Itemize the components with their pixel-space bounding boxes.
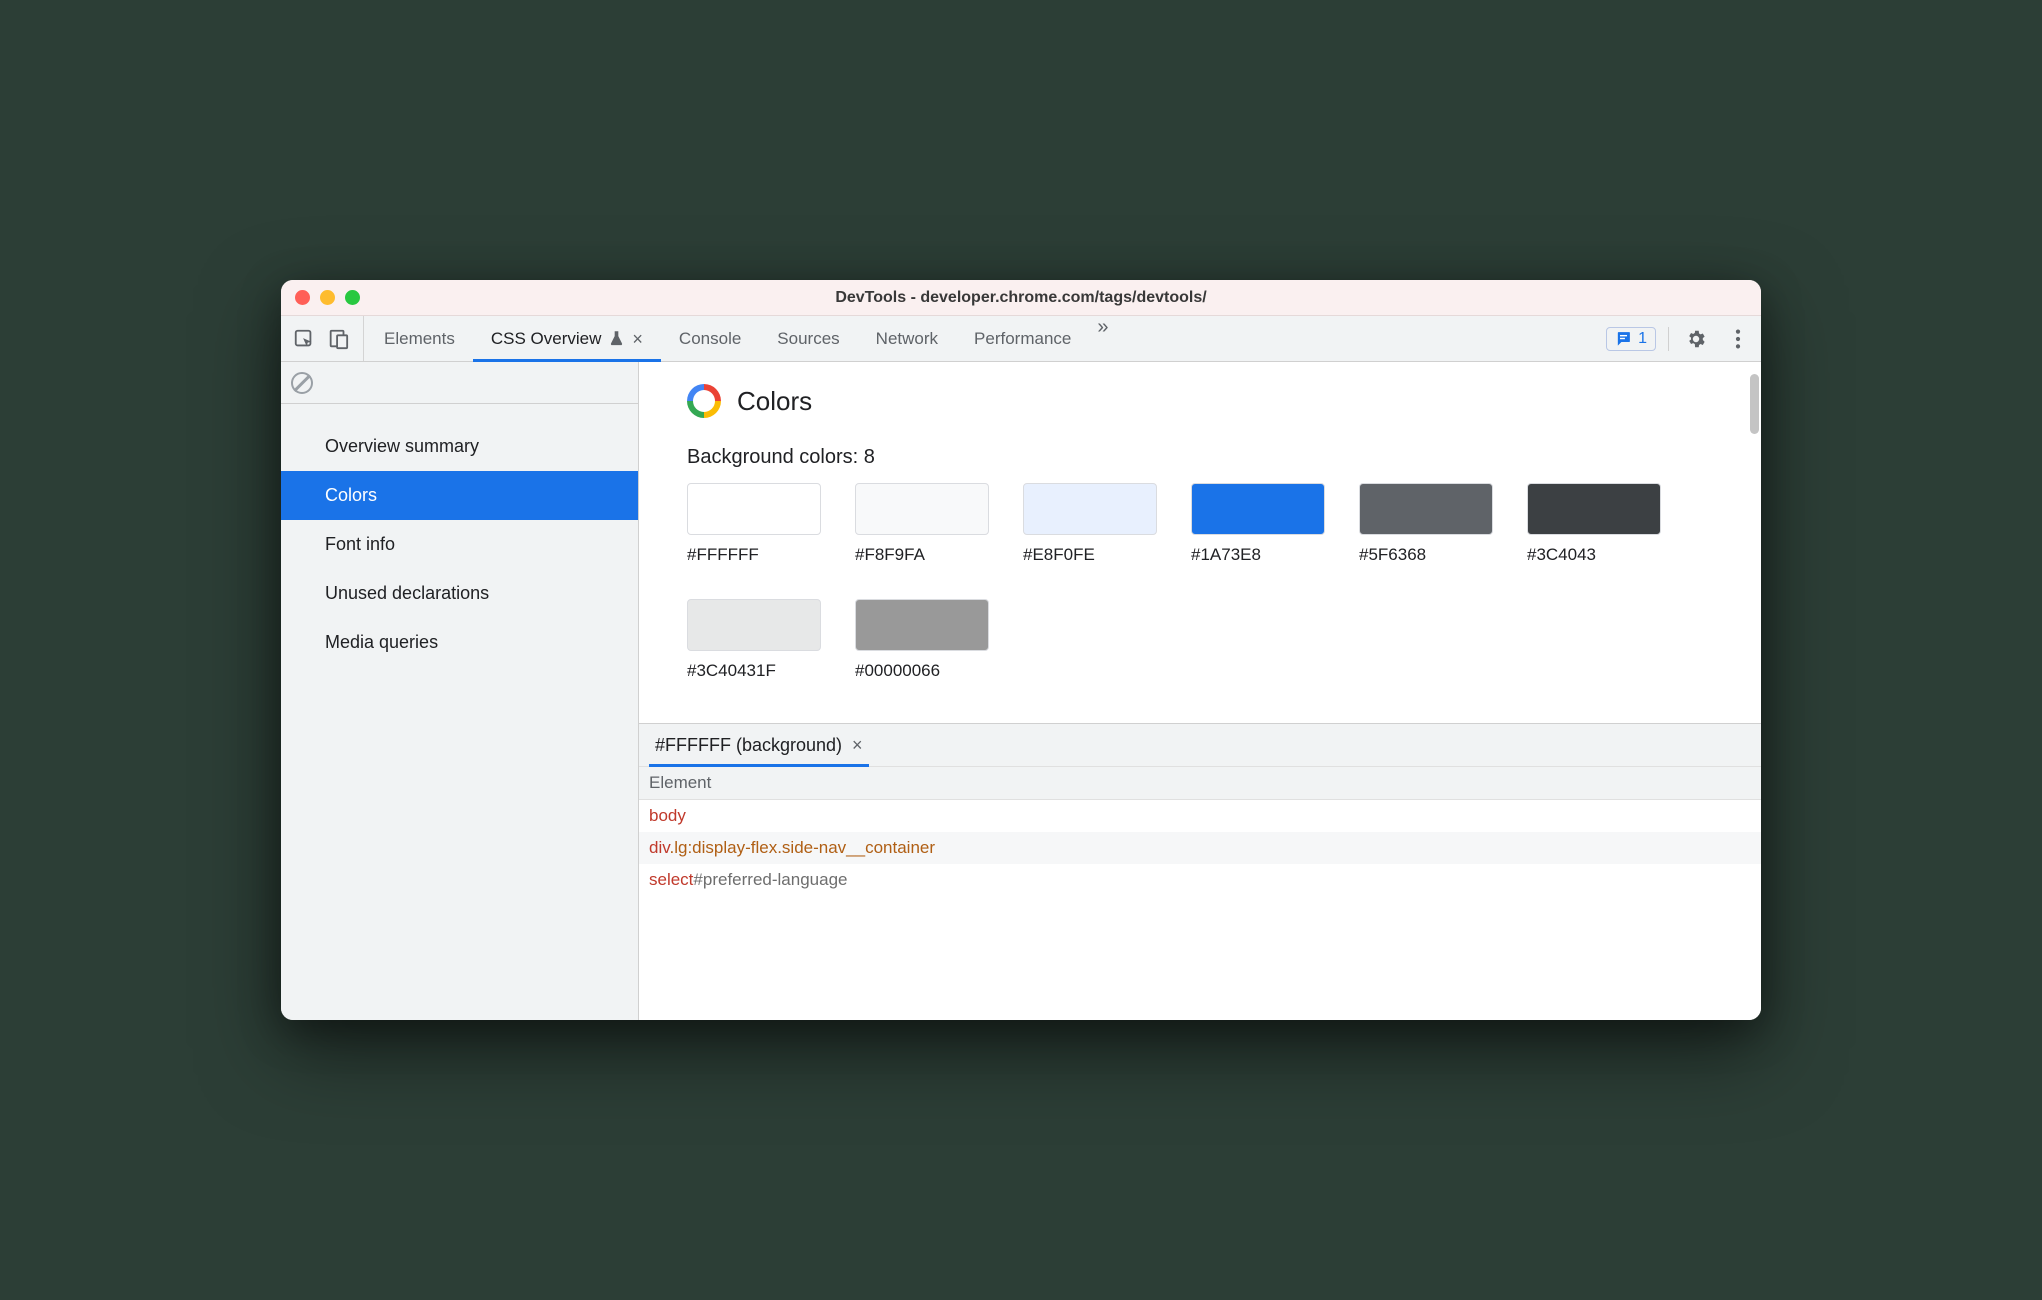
swatch-label: #3C40431F	[687, 661, 821, 681]
details-panel: #FFFFFF (background) × Element bodydiv.l…	[639, 723, 1761, 896]
issues-button[interactable]: 1	[1606, 327, 1656, 351]
section-title-text: Colors	[737, 386, 812, 417]
details-tab[interactable]: #FFFFFF (background) ×	[649, 724, 869, 766]
more-tabs-icon[interactable]: »	[1089, 316, 1116, 361]
color-swatch[interactable]	[1359, 483, 1493, 535]
colors-ring-icon	[687, 384, 721, 418]
element-row[interactable]: body	[639, 800, 1761, 832]
swatch-label: #1A73E8	[1191, 545, 1325, 565]
tab-label: Elements	[384, 329, 455, 349]
tab-label: Network	[876, 329, 938, 349]
window-title: DevTools - developer.chrome.com/tags/dev…	[281, 289, 1761, 307]
kebab-menu-icon[interactable]	[1723, 324, 1753, 354]
tab-sources[interactable]: Sources	[759, 316, 857, 361]
swatch-item: #F8F9FA	[855, 483, 989, 565]
sidebar-item-label: Unused declarations	[325, 583, 489, 603]
window-controls	[295, 290, 360, 305]
swatch-item: #1A73E8	[1191, 483, 1325, 565]
tab-label: Console	[679, 329, 741, 349]
details-tab-label: #FFFFFF (background)	[655, 735, 842, 756]
details-rows: bodydiv.lg:display-flex.side-nav__contai…	[639, 800, 1761, 896]
swatch-label: #00000066	[855, 661, 989, 681]
maximize-window-button[interactable]	[345, 290, 360, 305]
swatch-item: #3C40431F	[687, 599, 821, 681]
color-swatch[interactable]	[855, 483, 989, 535]
swatch-label: #E8F0FE	[1023, 545, 1157, 565]
clear-overview-icon[interactable]	[291, 372, 313, 394]
inspect-element-icon[interactable]	[289, 324, 319, 354]
sidebar-item-label: Overview summary	[325, 436, 479, 456]
element-row[interactable]: select#preferred-language	[639, 864, 1761, 896]
color-swatch[interactable]	[1527, 483, 1661, 535]
tab-network[interactable]: Network	[858, 316, 956, 361]
swatch-label: #5F6368	[1359, 545, 1493, 565]
swatch-grid: #FFFFFF #F8F9FA #E8F0FE #1A73E8 #5F6368 #3C40…	[687, 483, 1713, 681]
flask-icon	[609, 330, 624, 347]
swatch-label: #F8F9FA	[855, 545, 989, 565]
panel-tabs: Elements CSS Overview × Console Sources …	[366, 316, 1600, 361]
tab-console[interactable]: Console	[661, 316, 759, 361]
main-toolbar: Elements CSS Overview × Console Sources …	[281, 316, 1761, 362]
color-swatch[interactable]	[687, 483, 821, 535]
chat-icon	[1615, 330, 1632, 347]
scrollbar[interactable]	[1750, 374, 1759, 434]
sidebar-item-unused-declarations[interactable]: Unused declarations	[281, 569, 638, 618]
issues-count: 1	[1638, 330, 1647, 348]
minimize-window-button[interactable]	[320, 290, 335, 305]
sidebar: Overview summary Colors Font info Unused…	[281, 362, 639, 1020]
color-swatch[interactable]	[1023, 483, 1157, 535]
body: Overview summary Colors Font info Unused…	[281, 362, 1761, 1020]
subsection-label: Background colors: 8	[687, 446, 1713, 469]
tab-elements[interactable]: Elements	[366, 316, 473, 361]
color-swatch[interactable]	[687, 599, 821, 651]
details-column-header: Element	[639, 766, 1761, 800]
swatch-item: #00000066	[855, 599, 989, 681]
tab-label: Performance	[974, 329, 1071, 349]
main-panel: Colors Background colors: 8 #FFFFFF #F8F9…	[639, 362, 1761, 1020]
swatch-item: #FFFFFF	[687, 483, 821, 565]
tab-label: CSS Overview	[491, 329, 602, 349]
sidebar-item-label: Media queries	[325, 632, 438, 652]
sidebar-item-font-info[interactable]: Font info	[281, 520, 638, 569]
tab-label: Sources	[777, 329, 839, 349]
color-swatch[interactable]	[855, 599, 989, 651]
sidebar-item-overview-summary[interactable]: Overview summary	[281, 422, 638, 471]
sidebar-item-label: Colors	[325, 485, 377, 505]
swatch-item: #3C4043	[1527, 483, 1661, 565]
tab-css-overview[interactable]: CSS Overview ×	[473, 316, 661, 361]
swatch-item: #5F6368	[1359, 483, 1493, 565]
close-window-button[interactable]	[295, 290, 310, 305]
tab-performance[interactable]: Performance	[956, 316, 1089, 361]
sidebar-item-colors[interactable]: Colors	[281, 471, 638, 520]
sidebar-header	[281, 362, 638, 404]
details-tabbar: #FFFFFF (background) ×	[639, 724, 1761, 766]
color-swatch[interactable]	[1191, 483, 1325, 535]
gear-icon[interactable]	[1681, 324, 1711, 354]
sidebar-item-label: Font info	[325, 534, 395, 554]
swatch-item: #E8F0FE	[1023, 483, 1157, 565]
sidebar-item-media-queries[interactable]: Media queries	[281, 618, 638, 667]
divider	[1668, 327, 1669, 351]
devtools-window: DevTools - developer.chrome.com/tags/dev…	[281, 280, 1761, 1020]
close-icon[interactable]: ×	[852, 735, 863, 756]
titlebar: DevTools - developer.chrome.com/tags/dev…	[281, 280, 1761, 316]
swatch-label: #3C4043	[1527, 545, 1661, 565]
section-title: Colors	[687, 384, 1713, 418]
device-toolbar-icon[interactable]	[323, 324, 353, 354]
element-row[interactable]: div.lg:display-flex.side-nav__container	[639, 832, 1761, 864]
swatch-label: #FFFFFF	[687, 545, 821, 565]
close-icon[interactable]: ×	[632, 330, 643, 348]
